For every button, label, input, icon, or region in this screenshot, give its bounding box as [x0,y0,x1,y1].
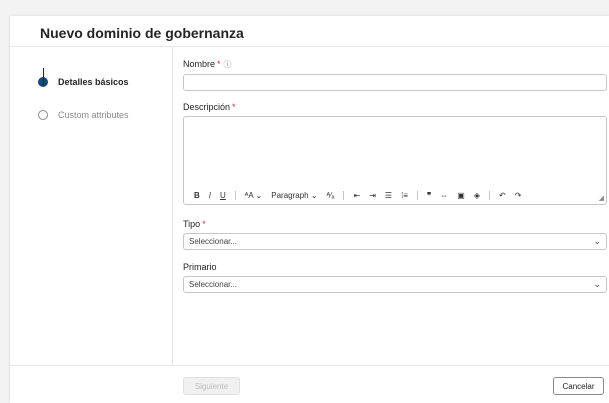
description-label: Descripción * [183,102,236,112]
name-input[interactable] [183,74,607,91]
type-select[interactable]: Seleccionar... ⌄ [183,233,607,250]
paragraph-dropdown[interactable]: Paragraph ⌄ [271,191,317,200]
toolbar-divider [416,191,418,200]
step-custom-attributes[interactable]: Custom attributes [38,110,129,120]
primary-label: Primario [183,262,217,272]
steps-column [10,47,173,365]
rich-text-toolbar: B I U ᴬA ⌄ Paragraph ⌄ ᴬ⁄ₐ ⇤ ⇥ ☰ ⁞≡ ❞ ⇔ … [184,187,606,204]
quote-icon[interactable]: ❞ [427,191,431,200]
required-mark: * [232,102,236,112]
step-label: Detalles básicos [58,77,129,87]
increase-indent-icon[interactable]: ⇥ [369,191,376,200]
dialog-title: Nuevo dominio de gobernanza [40,25,244,41]
font-size-button[interactable]: ᴬA ⌄ [245,191,262,200]
text-effects-icon[interactable]: ᴬ⁄ₐ [327,191,335,200]
italic-button[interactable]: I [209,191,211,200]
chevron-down-icon: ⌄ [593,279,601,289]
toolbar-divider [234,191,236,200]
bullet-list-icon[interactable]: ☰ [385,191,392,200]
undo-icon[interactable]: ↶ [499,191,506,200]
link-icon[interactable]: ⇔ [440,191,448,200]
chevron-down-icon: ⌄ [593,236,601,246]
resize-handle-icon[interactable]: ◢ [599,194,604,202]
step-label: Custom attributes [58,110,129,120]
underline-button[interactable]: U [220,191,226,200]
decrease-indent-icon[interactable]: ⇤ [353,191,360,200]
required-mark: * [217,59,221,69]
description-editor[interactable]: B I U ᴬA ⌄ Paragraph ⌄ ᴬ⁄ₐ ⇤ ⇥ ☰ ⁞≡ ❞ ⇔ … [183,116,607,205]
step-basic-details[interactable]: Detalles básicos [38,77,129,87]
step-connector [43,68,44,86]
redo-icon[interactable]: ↷ [515,191,522,200]
toolbar-divider [343,191,345,200]
bold-button[interactable]: B [194,191,200,200]
step-inactive-dot [38,110,48,120]
toolbar-divider [488,191,490,200]
dialog-panel: Nuevo dominio de gobernanza Detalles bás… [10,16,609,403]
footer-divider [10,365,609,366]
primary-select[interactable]: Seleccionar... ⌄ [183,276,607,293]
image-icon[interactable]: ▣ [457,191,465,200]
name-label: Nombre * ⓘ [183,59,232,69]
next-button[interactable]: Siguiente [183,377,240,395]
numbered-list-icon[interactable]: ⁞≡ [401,191,408,200]
type-label: Tipo * [183,219,206,229]
paint-icon[interactable]: ◈ [474,191,480,200]
cancel-button[interactable]: Cancelar [553,377,604,395]
info-icon[interactable]: ⓘ [224,60,232,69]
required-mark: * [202,219,206,229]
